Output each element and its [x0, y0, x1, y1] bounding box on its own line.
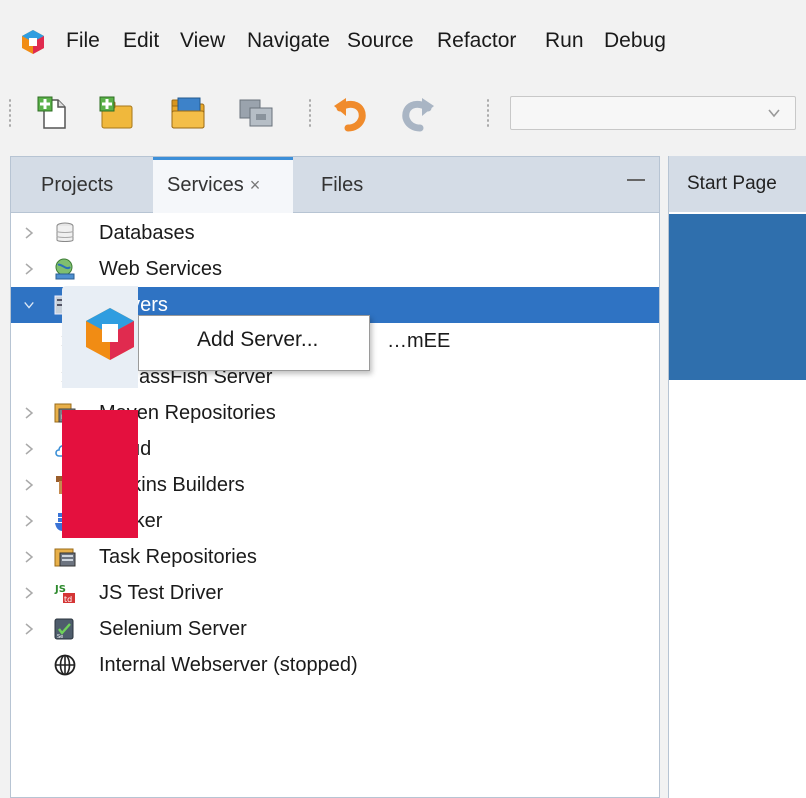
globe-icon — [54, 654, 76, 676]
start-page-banner — [669, 214, 806, 380]
chevron-right-icon[interactable] — [23, 406, 35, 420]
tab-projects-label: Projects — [41, 174, 114, 196]
tree-node-internal-webserver[interactable]: Internal Webserver (stopped) — [11, 647, 659, 683]
menu-source[interactable]: Source — [347, 27, 414, 55]
tab-services-label: Services — [167, 174, 244, 196]
database-icon — [56, 222, 74, 242]
toolbar-grip[interactable] — [486, 98, 490, 128]
menu-view[interactable]: View — [180, 27, 225, 55]
svg-text:Se: Se — [57, 634, 63, 640]
js-test-driver-icon: JS td — [54, 584, 75, 604]
tree-node-label: Task Repositories — [99, 546, 257, 568]
tab-files-label: Files — [321, 174, 364, 196]
panel-tabbar: Projects Services × Files — [11, 157, 659, 213]
tree-node-web-services[interactable]: Web Services — [11, 251, 659, 287]
chevron-right-icon[interactable] — [23, 586, 35, 600]
chevron-right-icon[interactable] — [23, 514, 35, 528]
tab-start-page[interactable]: Start Page — [687, 156, 777, 212]
selenium-icon: Se — [54, 618, 74, 640]
undo-icon[interactable] — [330, 94, 370, 132]
tree-node-label: …mEE — [387, 330, 451, 352]
toolbar-grip[interactable] — [308, 98, 312, 128]
configuration-combobox[interactable] — [510, 96, 796, 130]
menu-refactor[interactable]: Refactor — [437, 27, 516, 55]
task-repository-icon — [54, 548, 76, 567]
close-project-icon[interactable] — [236, 94, 276, 132]
tree-node-label: Internal Webserver (stopped) — [99, 654, 358, 676]
tree-node-label: Selenium Server — [99, 618, 247, 640]
toolbar-grip[interactable] — [8, 98, 12, 128]
add-server-menu-item[interactable]: Add Server... — [197, 328, 318, 352]
tree-node-label: JS Test Driver — [99, 582, 224, 604]
tree-node-label: Web Services — [99, 258, 223, 280]
context-menu: Add Server... — [138, 315, 370, 371]
toolbar — [0, 82, 806, 144]
editor-tabbar: Start Page — [669, 156, 806, 212]
chevron-down-icon[interactable] — [23, 298, 35, 312]
tree-node-js-test-driver[interactable]: JS td JS Test Driver — [11, 575, 659, 611]
tab-files[interactable]: Files — [321, 157, 363, 213]
netbeans-logo-icon — [86, 308, 134, 360]
new-project-icon[interactable] — [96, 94, 136, 132]
tree-node-databases[interactable]: Databases — [11, 215, 659, 251]
redo-icon[interactable] — [398, 94, 438, 132]
chevron-down-icon — [768, 109, 780, 118]
menu-bar: File Edit View Navigate Source Refactor … — [0, 0, 806, 82]
menu-run[interactable]: Run — [545, 27, 584, 55]
new-file-icon[interactable] — [34, 94, 74, 132]
chevron-right-icon[interactable] — [23, 442, 35, 456]
start-page-card — [62, 286, 138, 388]
tab-close-button[interactable]: × — [250, 175, 261, 195]
tree-node-selenium-server[interactable]: Se Selenium Server — [11, 611, 659, 647]
open-project-icon[interactable] — [168, 94, 208, 132]
chevron-right-icon[interactable] — [23, 226, 35, 240]
menu-navigate[interactable]: Navigate — [247, 27, 330, 55]
menu-file[interactable]: File — [66, 27, 100, 55]
tab-services[interactable]: Services × — [153, 157, 293, 213]
web-services-icon — [55, 258, 75, 280]
svg-text:td: td — [64, 595, 72, 604]
tree-node-label: Databases — [99, 222, 195, 244]
tree-node-task-repositories[interactable]: Task Repositories — [11, 539, 659, 575]
minimize-button[interactable] — [627, 179, 645, 181]
chevron-right-icon[interactable] — [23, 262, 35, 276]
chevron-right-icon[interactable] — [23, 478, 35, 492]
menu-debug[interactable]: Debug — [604, 27, 666, 55]
tab-projects[interactable]: Projects — [41, 157, 113, 213]
menu-edit[interactable]: Edit — [123, 27, 159, 55]
netbeans-logo-icon — [22, 30, 44, 54]
start-page-highlight — [62, 410, 138, 538]
chevron-right-icon[interactable] — [23, 550, 35, 564]
editor-panel: Start Page — [668, 156, 806, 798]
chevron-right-icon[interactable] — [23, 622, 35, 636]
